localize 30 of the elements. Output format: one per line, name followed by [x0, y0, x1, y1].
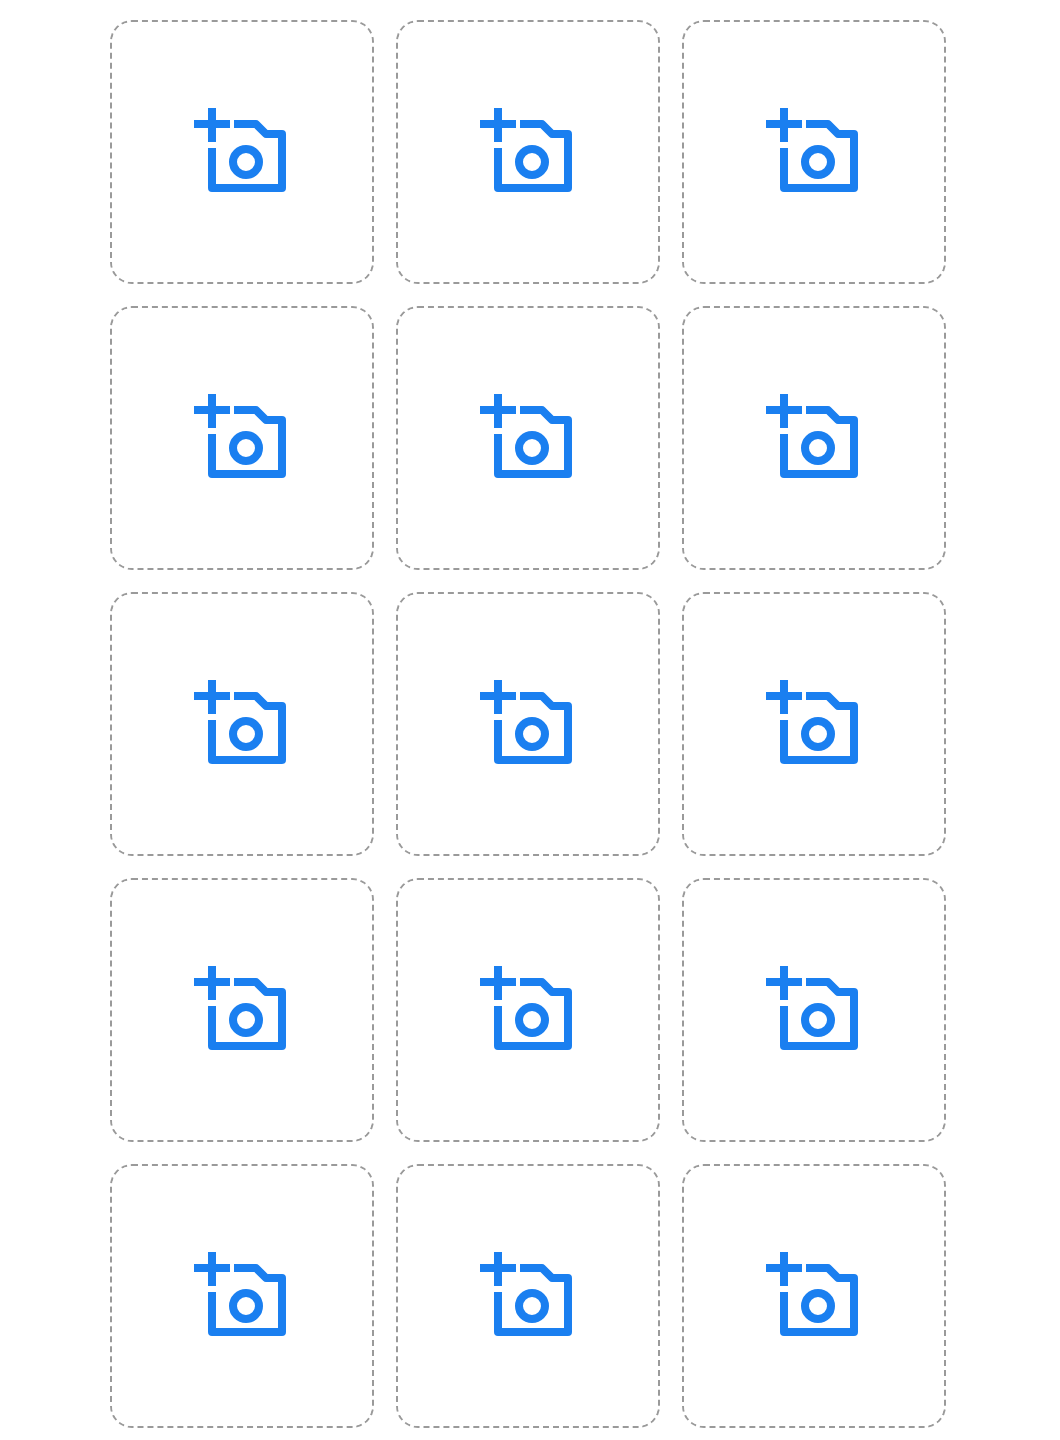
add-camera-icon [480, 394, 576, 482]
add-photo-slot[interactable] [110, 1164, 374, 1428]
add-camera-icon [766, 680, 862, 768]
add-camera-icon [766, 394, 862, 482]
add-photo-slot[interactable] [682, 306, 946, 570]
add-camera-icon [766, 1252, 862, 1340]
add-camera-icon [194, 966, 290, 1054]
add-photo-slot[interactable] [682, 878, 946, 1142]
add-photo-slot[interactable] [110, 592, 374, 856]
add-photo-slot[interactable] [110, 20, 374, 284]
add-photo-slot[interactable] [110, 878, 374, 1142]
add-photo-slot[interactable] [110, 306, 374, 570]
add-camera-icon [194, 1252, 290, 1340]
add-camera-icon [194, 680, 290, 768]
add-photo-slot[interactable] [396, 306, 660, 570]
add-photo-slot[interactable] [682, 1164, 946, 1428]
add-photo-slot[interactable] [396, 878, 660, 1142]
add-camera-icon [480, 680, 576, 768]
add-camera-icon [766, 966, 862, 1054]
add-camera-icon [766, 108, 862, 196]
add-photo-slot[interactable] [396, 592, 660, 856]
add-camera-icon [194, 108, 290, 196]
add-photo-slot[interactable] [682, 20, 946, 284]
add-photo-slot[interactable] [682, 592, 946, 856]
add-photo-slot[interactable] [396, 1164, 660, 1428]
add-camera-icon [480, 966, 576, 1054]
add-camera-icon [480, 1252, 576, 1340]
add-camera-icon [194, 394, 290, 482]
add-camera-icon [480, 108, 576, 196]
add-photo-slot[interactable] [396, 20, 660, 284]
